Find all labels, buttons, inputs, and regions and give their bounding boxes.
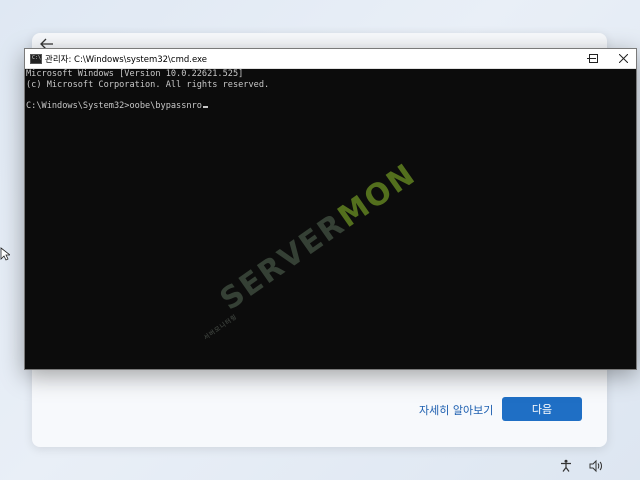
console-output[interactable]: Microsoft Windows [Version 10.0.22621.52…: [25, 69, 637, 369]
cmd-window[interactable]: C:\ 관리자: C:\Windows\system32\cmd.exe Mic…: [24, 48, 637, 370]
cmd-window-title: 관리자: C:\Windows\system32\cmd.exe: [45, 55, 208, 65]
cmd-app-icon: C:\: [30, 54, 42, 64]
cmd-titlebar[interactable]: C:\ 관리자: C:\Windows\system32\cmd.exe: [25, 49, 636, 69]
maximize-button[interactable]: [582, 49, 604, 68]
next-button[interactable]: 다음: [502, 397, 582, 421]
learn-more-link[interactable]: 자세히 알아보기: [419, 402, 493, 418]
accessibility-icon[interactable]: [559, 458, 573, 472]
volume-icon[interactable]: [589, 458, 603, 473]
console-line: Microsoft Windows [Version 10.0.22621.52…: [26, 69, 244, 79]
console-line: (c) Microsoft Corporation. All rights re…: [26, 79, 270, 90]
command-text: C:\Windows\System32>oobe\bypassnro: [26, 100, 202, 111]
command-prompt-line[interactable]: C:\Windows\System32>oobe\bypassnro: [26, 101, 637, 112]
mouse-cursor-icon: [0, 246, 12, 261]
text-cursor: [202, 105, 208, 108]
close-button[interactable]: [612, 49, 634, 68]
